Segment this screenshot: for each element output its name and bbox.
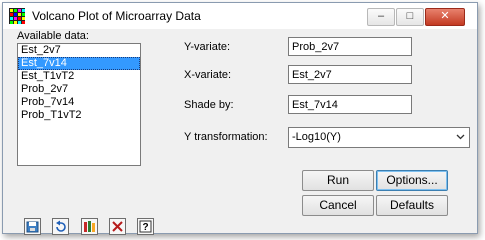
help-button[interactable]: ? [137, 218, 154, 235]
run-button[interactable]: Run [302, 170, 374, 191]
minimize-button[interactable]: – [367, 8, 395, 26]
svg-text:?: ? [142, 222, 148, 233]
save-button[interactable] [24, 218, 41, 235]
window-title: Volcano Plot of Microarray Data [32, 9, 201, 23]
clear-button[interactable] [109, 218, 126, 235]
y-variate-field[interactable]: Prob_2v7 [288, 37, 412, 56]
chevron-down-icon [456, 134, 465, 140]
defaults-button[interactable]: Defaults [376, 195, 448, 216]
options-button[interactable]: Options... [376, 170, 448, 191]
shade-by-label: Shade by: [184, 99, 234, 111]
list-item[interactable]: Prob_T1vT2 [18, 109, 140, 122]
y-variate-label: Y-variate: [184, 41, 231, 53]
available-data-list[interactable]: Est_2v7 Est_7v14 Est_T1vT2 Prob_2v7 Prob… [17, 43, 141, 166]
available-data-label: Available data: [17, 30, 89, 42]
shade-by-field[interactable]: Est_7v14 [288, 95, 412, 114]
undo-icon [56, 220, 66, 232]
list-item[interactable]: Est_T1vT2 [18, 70, 140, 83]
x-variate-field[interactable]: Est_2v7 [288, 65, 412, 84]
save-icon [26, 221, 39, 233]
maximize-icon: □ [406, 10, 414, 22]
close-icon: ✕ [440, 10, 450, 22]
list-item[interactable]: Prob_2v7 [18, 83, 140, 96]
y-transformation-select[interactable]: -Log10(Y) [288, 127, 470, 148]
spreadsheet-button[interactable] [81, 218, 98, 235]
list-item[interactable]: Est_2v7 [18, 44, 140, 57]
list-item[interactable]: Prob_7v14 [18, 96, 140, 109]
dialog-window: Volcano Plot of Microarray Data – □ ✕ Av… [2, 2, 478, 235]
y-transformation-value: -Log10(Y) [292, 131, 341, 143]
cancel-button[interactable]: Cancel [302, 195, 374, 216]
clear-icon [112, 221, 123, 232]
y-transformation-label: Y transformation: [184, 131, 268, 143]
help-icon: ? [139, 220, 152, 233]
list-item-selected[interactable]: Est_7v14 [18, 57, 140, 70]
app-icon [9, 8, 25, 24]
title-bar[interactable]: Volcano Plot of Microarray Data – □ ✕ [3, 3, 477, 29]
x-variate-label: X-variate: [184, 69, 232, 81]
maximize-button[interactable]: □ [396, 8, 424, 26]
close-button[interactable]: ✕ [425, 8, 465, 26]
undo-button[interactable] [52, 218, 69, 235]
spreadsheet-icon [84, 221, 95, 232]
minimize-icon: – [377, 10, 385, 22]
